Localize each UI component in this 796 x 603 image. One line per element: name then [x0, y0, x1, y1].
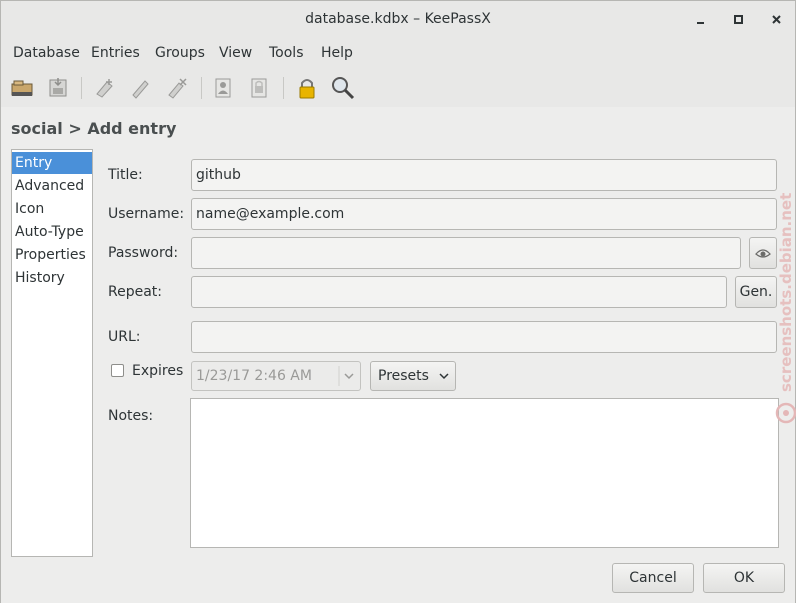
title-label: Title:	[108, 167, 143, 183]
repeat-field[interactable]	[191, 276, 727, 308]
menu-database[interactable]: Database	[13, 45, 80, 61]
category-advanced[interactable]: Advanced	[12, 175, 92, 197]
watermark-logo-icon	[775, 402, 796, 424]
search-button[interactable]	[329, 74, 357, 102]
delete-entry-button[interactable]	[163, 74, 191, 102]
toolbar	[1, 69, 795, 107]
close-button[interactable]	[768, 11, 786, 29]
maximize-icon	[734, 15, 743, 24]
copy-username-button[interactable]	[209, 74, 237, 102]
add-entry-button[interactable]	[91, 74, 119, 102]
maximize-button[interactable]	[730, 11, 748, 29]
eye-icon	[755, 249, 771, 258]
menu-help[interactable]: Help	[321, 45, 353, 61]
category-history[interactable]: History	[12, 267, 92, 289]
category-properties[interactable]: Properties	[12, 244, 92, 266]
category-auto-type[interactable]: Auto-Type	[12, 221, 92, 243]
search-icon	[332, 77, 355, 100]
category-entry[interactable]: Entry	[12, 152, 92, 174]
expiry-datetime-field: 1/23/17 2:46 AM	[191, 361, 361, 391]
expires-label[interactable]: Expires	[132, 363, 183, 379]
repeat-label: Repeat:	[108, 284, 162, 300]
password-field[interactable]	[191, 237, 741, 269]
lock-database-icon	[299, 79, 315, 99]
menu-bar: Database Entries Groups View Tools Help	[1, 41, 795, 67]
minimize-icon	[697, 22, 704, 24]
copy-username-icon	[215, 78, 231, 98]
password-label: Password:	[108, 245, 179, 261]
username-label: Username:	[108, 206, 185, 222]
keepassx-window: database.kdbx – KeePassX Database Entrie…	[0, 0, 796, 603]
category-icon[interactable]: Icon	[12, 198, 92, 220]
url-field[interactable]	[191, 321, 777, 353]
toolbar-separator	[81, 77, 82, 99]
menu-groups[interactable]: Groups	[155, 45, 205, 61]
edit-entry-icon	[132, 80, 149, 99]
menu-view[interactable]: View	[219, 45, 252, 61]
title-field[interactable]: github	[191, 159, 777, 191]
copy-password-icon	[251, 78, 267, 98]
category-list: Entry Advanced Icon Auto-Type Properties…	[11, 149, 93, 557]
save-database-button[interactable]	[45, 74, 73, 102]
lock-database-button[interactable]	[293, 74, 321, 102]
watermark: screenshots.debian.net	[777, 193, 795, 392]
edit-entry-button[interactable]	[127, 74, 155, 102]
close-icon	[772, 15, 781, 24]
toggle-password-button[interactable]	[749, 237, 777, 269]
notes-label: Notes:	[108, 408, 154, 424]
add-entry-icon	[96, 79, 113, 98]
menu-tools[interactable]: Tools	[269, 45, 304, 61]
username-field[interactable]: name@example.com	[191, 198, 777, 230]
toolbar-separator	[201, 77, 202, 99]
presets-dropdown[interactable]: Presets	[370, 361, 456, 391]
expiry-datetime-value: 1/23/17 2:46 AM	[196, 368, 312, 384]
presets-label: Presets	[378, 368, 429, 384]
window-title: database.kdbx – KeePassX	[305, 11, 491, 27]
minimize-button[interactable]	[692, 11, 710, 29]
notes-textarea[interactable]	[190, 398, 779, 548]
watermark-text: screenshots.debian.net	[777, 193, 795, 392]
menu-entries[interactable]: Entries	[91, 45, 140, 61]
save-database-icon	[49, 78, 67, 97]
edit-entry-panel: social > Add entry Entry Advanced Icon A…	[1, 107, 795, 603]
toolbar-separator	[283, 77, 284, 99]
open-database-button[interactable]	[9, 74, 37, 102]
delete-entry-icon	[168, 78, 187, 99]
title-bar[interactable]: database.kdbx – KeePassX	[1, 1, 795, 39]
copy-password-button[interactable]	[245, 74, 273, 102]
chevron-down-icon	[338, 366, 354, 386]
ok-button[interactable]: OK	[703, 563, 785, 593]
cancel-button[interactable]: Cancel	[612, 563, 694, 593]
open-database-icon	[11, 80, 33, 96]
expires-checkbox[interactable]	[111, 364, 124, 377]
chevron-down-icon	[439, 373, 449, 380]
page-title: social > Add entry	[11, 119, 177, 138]
generate-password-button[interactable]: Gen.	[735, 276, 777, 308]
url-label: URL:	[108, 329, 141, 345]
